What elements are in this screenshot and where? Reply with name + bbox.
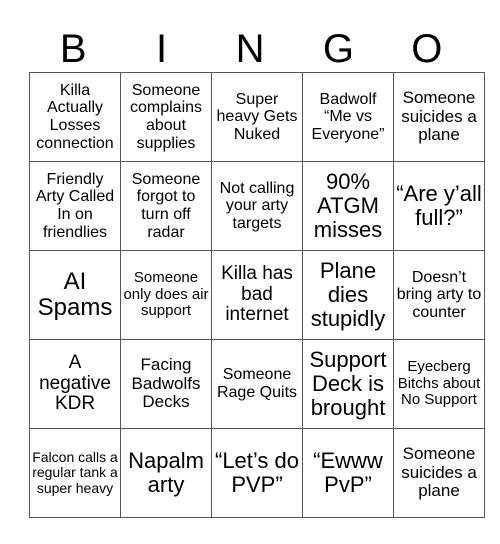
bingo-cell[interactable]: Someone Rage Quits <box>211 339 303 429</box>
bingo-cell[interactable]: Someone complains about supplies <box>120 72 212 162</box>
header-letter-i: I <box>156 27 168 71</box>
bingo-cell[interactable]: Doesn’t bring arty to counter <box>393 250 485 340</box>
bingo-cell[interactable]: Eyecberg Bitchs about No Support <box>393 339 485 429</box>
bingo-cell[interactable]: Friendly Arty Called In on friendlies <box>29 161 121 251</box>
bingo-grid: Killa Actually Losses connection Someone… <box>29 72 485 518</box>
bingo-cell[interactable]: 90% ATGM misses <box>302 161 394 251</box>
bingo-cell[interactable]: Killa has bad internet <box>211 250 303 340</box>
grid-row: Falcon calls a regular tank a super heav… <box>29 428 485 518</box>
bingo-cell[interactable]: Someone suicides a plane <box>393 72 485 162</box>
grid-row: Killa Actually Losses connection Someone… <box>29 72 485 162</box>
bingo-cell[interactable]: “Ewww PvP” <box>302 428 394 518</box>
header-letter-g: G <box>322 27 354 71</box>
bingo-cell[interactable]: Napalm arty <box>120 428 212 518</box>
bingo-cell[interactable]: Someone suicides a plane <box>393 428 485 518</box>
bingo-cell[interactable]: Super heavy Gets Nuked <box>211 72 303 162</box>
bingo-cell[interactable]: A negative KDR <box>29 339 121 429</box>
grid-row: A negative KDR Facing Badwolfs Decks Som… <box>29 339 485 429</box>
bingo-cell[interactable]: AI Spams <box>29 250 121 340</box>
header-letter-b: B <box>59 27 87 71</box>
header-letter-o: O <box>411 27 443 71</box>
bingo-cell[interactable]: Badwolf “Me vs Everyone” <box>302 72 394 162</box>
bingo-cell[interactable]: Facing Badwolfs Decks <box>120 339 212 429</box>
bingo-cell[interactable]: Not calling your arty targets <box>211 161 303 251</box>
bingo-cell[interactable]: Killa Actually Losses connection <box>29 72 121 162</box>
bingo-cell[interactable]: “Are y’all full?” <box>393 161 485 251</box>
bingo-header: B I N G O <box>29 26 471 72</box>
bingo-cell[interactable]: “Let’s do PVP” <box>211 428 303 518</box>
bingo-cell[interactable]: Falcon calls a regular tank a super heav… <box>29 428 121 518</box>
grid-row: AI Spams Someone only does air support K… <box>29 250 485 340</box>
header-letter-n: N <box>235 27 265 71</box>
bingo-cell[interactable]: Support Deck is brought <box>302 339 394 429</box>
bingo-cell[interactable]: Plane dies stupidly <box>302 250 394 340</box>
grid-row: Friendly Arty Called In on friendlies So… <box>29 161 485 251</box>
bingo-cell[interactable]: Someone only does air support <box>120 250 212 340</box>
bingo-cell[interactable]: Someone forgot to turn off radar <box>120 161 212 251</box>
